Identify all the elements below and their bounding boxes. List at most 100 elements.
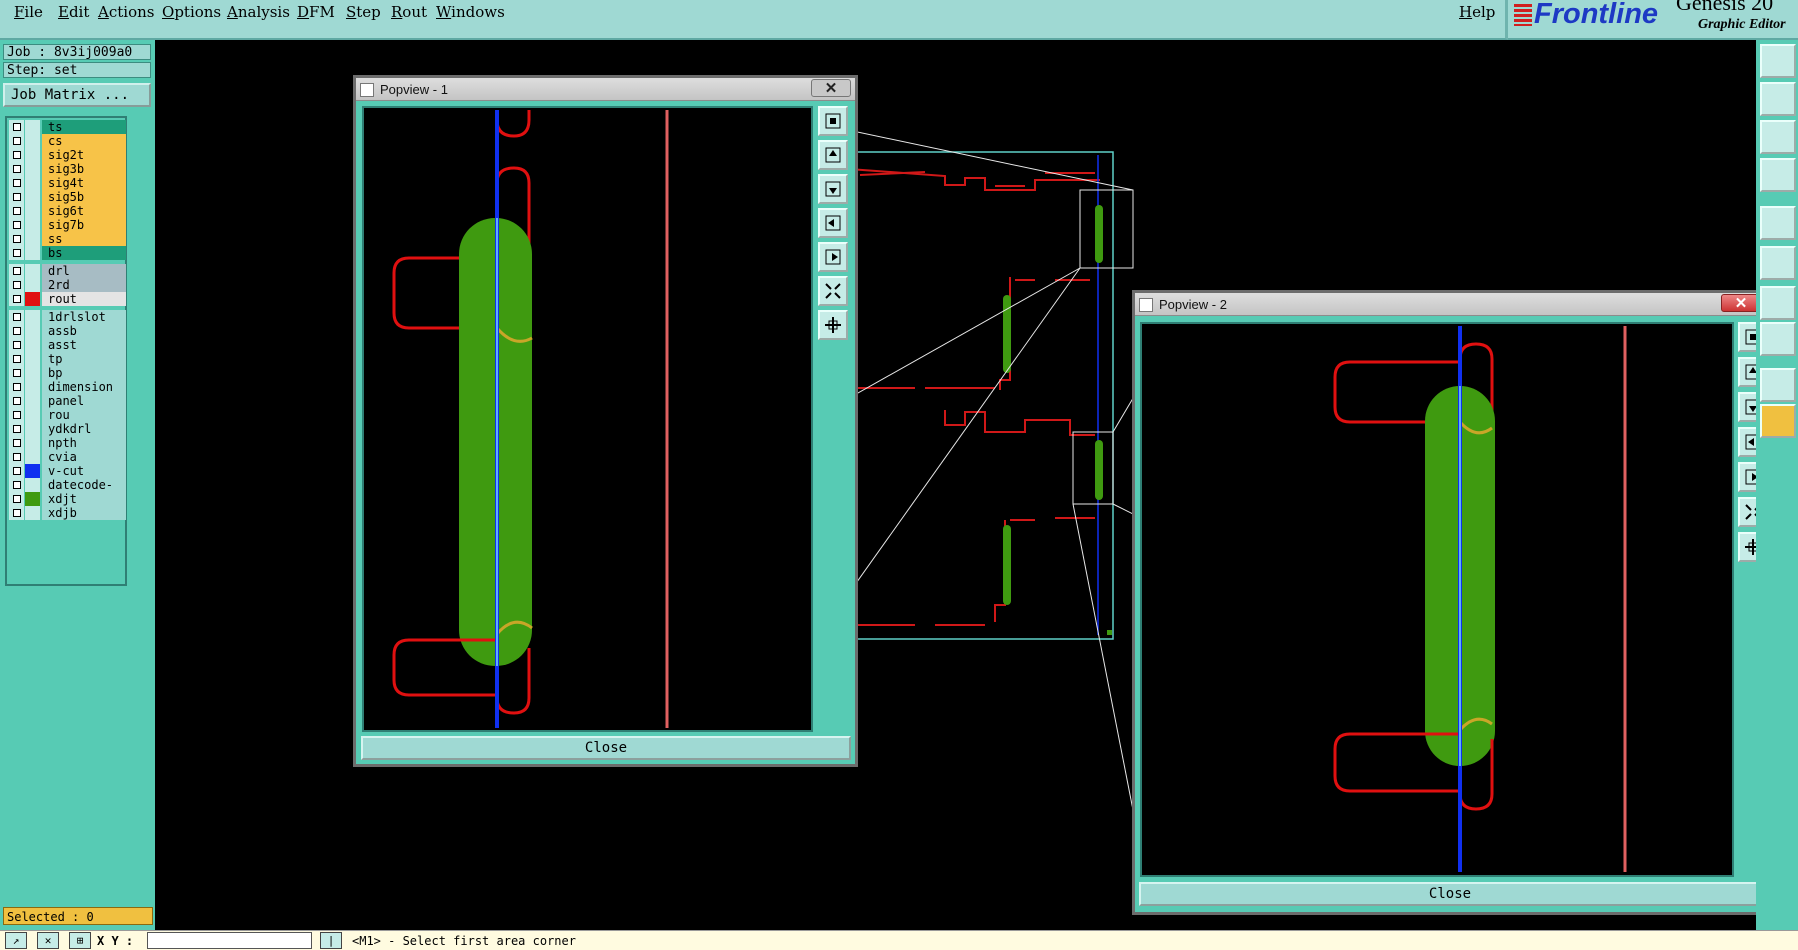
layer-row-sig6t[interactable]: sig6t xyxy=(9,204,126,219)
layer-color-swatch[interactable] xyxy=(25,352,40,366)
pointer-icon[interactable] xyxy=(1760,404,1796,438)
layer-row-v-cut[interactable]: v-cut xyxy=(9,464,126,479)
layer-row-sig4t[interactable]: sig4t xyxy=(9,176,126,191)
layer-name[interactable]: v-cut xyxy=(42,464,126,478)
layer-row-rou[interactable]: rou xyxy=(9,408,126,423)
pan-left-icon[interactable] xyxy=(818,208,848,238)
layer-row-cvia[interactable]: cvia xyxy=(9,450,126,465)
layer-name[interactable]: ydkdrl xyxy=(42,422,126,436)
layer-checkbox[interactable] xyxy=(9,176,24,190)
layer-color-swatch[interactable] xyxy=(25,408,40,422)
zoom-fit-icon[interactable] xyxy=(1760,120,1796,154)
close-icon[interactable]: ✕ xyxy=(811,79,851,97)
layer-color-swatch[interactable] xyxy=(25,246,40,260)
pan-down-icon[interactable] xyxy=(818,174,848,204)
layer-row-rout[interactable]: rout xyxy=(9,292,126,307)
layer-color-swatch[interactable] xyxy=(25,464,40,478)
layer-color-swatch[interactable] xyxy=(25,264,40,278)
layer-name[interactable]: assb xyxy=(42,324,126,338)
layer-color-swatch[interactable] xyxy=(25,310,40,324)
layer-name[interactable]: datecode-bs xyxy=(42,478,126,506)
layer-row-bp[interactable]: bp xyxy=(9,366,126,381)
layer-color-swatch[interactable] xyxy=(25,380,40,394)
layer-row-assb[interactable]: assb xyxy=(9,324,126,339)
layer-checkbox[interactable] xyxy=(9,162,24,176)
layer-checkbox[interactable] xyxy=(9,366,24,380)
zoom-home-icon[interactable] xyxy=(1760,44,1796,78)
layer-name[interactable]: drl xyxy=(42,264,126,278)
layer-checkbox[interactable] xyxy=(9,246,24,260)
menu-edit[interactable]: Edit xyxy=(58,3,89,21)
layer-name[interactable]: cvia xyxy=(42,450,126,464)
layer-row-sig3b[interactable]: sig3b xyxy=(9,162,126,177)
layer-name[interactable]: dimension xyxy=(42,380,126,394)
layer-checkbox[interactable] xyxy=(9,492,24,506)
layer-row-sig5b[interactable]: sig5b xyxy=(9,190,126,205)
layer-color-swatch[interactable] xyxy=(25,394,40,408)
layer-checkbox[interactable] xyxy=(9,464,24,478)
menu-rout[interactable]: Rout xyxy=(391,3,427,21)
layer-checkbox[interactable] xyxy=(9,278,24,292)
layer-color-swatch[interactable] xyxy=(25,218,40,232)
close-icon[interactable]: ✕ xyxy=(1721,294,1761,312)
layer-color-swatch[interactable] xyxy=(25,506,40,520)
pan-up-icon[interactable] xyxy=(818,140,848,170)
mode-arrow-icon[interactable]: ↗ xyxy=(5,932,27,949)
layer-checkbox[interactable] xyxy=(9,232,24,246)
layer-row-1drlslot[interactable]: 1drlslot xyxy=(9,310,126,325)
popview-2-titlebar[interactable]: Popview - 2 ✕ xyxy=(1135,293,1765,316)
layer-name[interactable]: bp xyxy=(42,366,126,380)
layer-color-swatch[interactable] xyxy=(25,292,40,306)
rotate-icon[interactable] xyxy=(1760,158,1796,192)
layer-checkbox[interactable] xyxy=(9,380,24,394)
xy-input[interactable] xyxy=(147,932,312,949)
measure-icon[interactable] xyxy=(1760,286,1796,320)
layer-row-2rd[interactable]: 2rd xyxy=(9,278,126,293)
select-icon[interactable] xyxy=(1760,206,1796,240)
layer-checkbox[interactable] xyxy=(9,120,24,134)
layer-row-drl[interactable]: drl xyxy=(9,264,126,279)
zoom-home-icon[interactable] xyxy=(818,106,848,136)
layer-color-swatch[interactable] xyxy=(25,324,40,338)
layer-row-sig7b[interactable]: sig7b xyxy=(9,218,126,233)
layer-color-swatch[interactable] xyxy=(25,162,40,176)
layer-checkbox[interactable] xyxy=(9,450,24,464)
layer-checkbox[interactable] xyxy=(9,324,24,338)
layer-color-swatch[interactable] xyxy=(25,148,40,162)
layer-color-swatch[interactable] xyxy=(25,190,40,204)
layer-checkbox[interactable] xyxy=(9,148,24,162)
pan-icon[interactable] xyxy=(1760,82,1796,116)
menu-dfm[interactable]: DFM xyxy=(297,3,335,21)
popview-1-titlebar[interactable]: Popview - 1 ✕ xyxy=(356,78,855,101)
layer-checkbox[interactable] xyxy=(9,408,24,422)
layer-row-asst[interactable]: asst xyxy=(9,338,126,353)
mode-cross-icon[interactable]: ✕ xyxy=(37,932,59,949)
layer-name[interactable]: asst xyxy=(42,338,126,352)
layer-row-ts[interactable]: ts xyxy=(9,120,126,135)
layer-name[interactable]: bs xyxy=(42,246,126,260)
layer-name[interactable]: sig5b xyxy=(42,190,126,204)
layer-checkbox[interactable] xyxy=(9,264,24,278)
pan-right-icon[interactable] xyxy=(818,242,848,272)
layer-checkbox[interactable] xyxy=(9,422,24,436)
layer-color-swatch[interactable] xyxy=(25,278,40,292)
mode-grid-icon[interactable]: ⊞ xyxy=(69,932,91,949)
layer-row-xdjb[interactable]: xdjb xyxy=(9,506,126,521)
layer-name[interactable]: sig2t xyxy=(42,148,126,162)
menu-step[interactable]: Step xyxy=(346,3,381,21)
layer-row-tp[interactable]: tp xyxy=(9,352,126,367)
popview-1-close-button[interactable]: Close xyxy=(361,736,851,760)
feature-icon[interactable] xyxy=(1760,322,1796,356)
layer-color-swatch[interactable] xyxy=(25,134,40,148)
popview-2-close-button[interactable]: Close xyxy=(1139,882,1761,906)
layer-name[interactable]: npth xyxy=(42,436,126,450)
zoom-out-icon[interactable] xyxy=(818,310,848,340)
layer-name[interactable]: ss xyxy=(42,232,126,246)
layer-name[interactable]: sig3b xyxy=(42,162,126,176)
layer-color-swatch[interactable] xyxy=(25,478,40,492)
layer-checkbox[interactable] xyxy=(9,204,24,218)
layer-name[interactable]: sig4t xyxy=(42,176,126,190)
layer-checkbox[interactable] xyxy=(9,506,24,520)
layer-checkbox[interactable] xyxy=(9,338,24,352)
menu-options[interactable]: Options xyxy=(162,3,221,21)
